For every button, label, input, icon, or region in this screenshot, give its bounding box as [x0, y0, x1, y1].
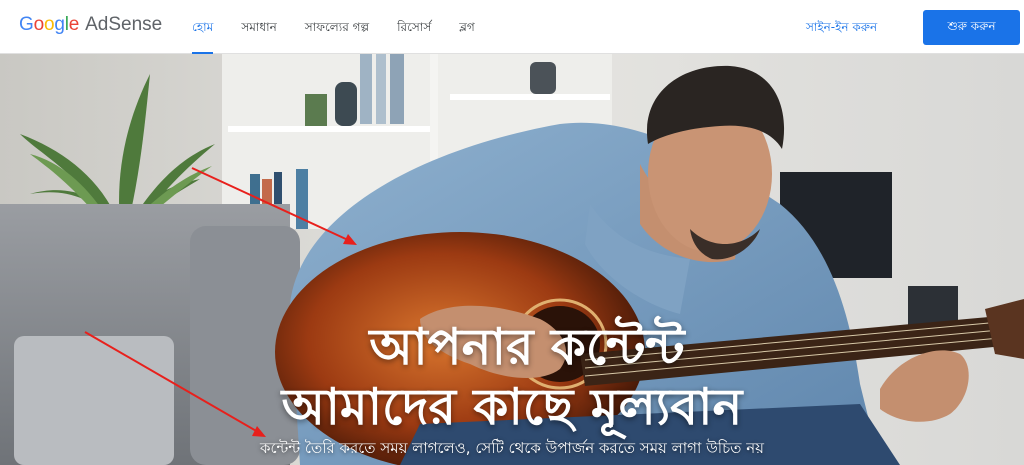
hero-headline-line1: আপনার কন্টেন্ট: [369, 318, 685, 376]
adsense-wordmark: AdSense: [85, 14, 163, 35]
sign-in-link[interactable]: সাইন-ইন করুন: [806, 0, 877, 54]
top-navigation-bar: Google AdSense হোম সমাধান সাফল্যের গল্প …: [0, 0, 1024, 54]
main-nav: হোম সমাধান সাফল্যের গল্প রিসোর্স ব্লগ: [192, 0, 503, 54]
hero-headline: আপনার কন্টেন্ট আমাদের কাছে মূল্যবান: [0, 317, 1024, 437]
google-wordmark: Google: [19, 14, 80, 35]
hero-section: আপনার কন্টেন্ট আমাদের কাছে মূল্যবান: [0, 54, 1024, 465]
nav-item-blog[interactable]: ব্লগ: [459, 0, 475, 54]
nav-item-success-stories[interactable]: সাফল্যের গল্প: [305, 0, 369, 54]
hero-headline-line2: আমাদের কাছে মূল্যবান: [281, 378, 743, 436]
nav-item-home[interactable]: হোম: [192, 0, 214, 54]
hero-subtext: কন্টেন্ট তৈরি করতে সময় লাগলেও, সেটি থেক…: [260, 439, 764, 457]
nav-item-resources[interactable]: রিসোর্স: [397, 0, 431, 54]
nav-item-solutions[interactable]: সমাধান: [241, 0, 276, 54]
google-adsense-logo[interactable]: Google AdSense: [19, 14, 162, 40]
get-started-button[interactable]: শুরু করুন: [923, 10, 1020, 45]
